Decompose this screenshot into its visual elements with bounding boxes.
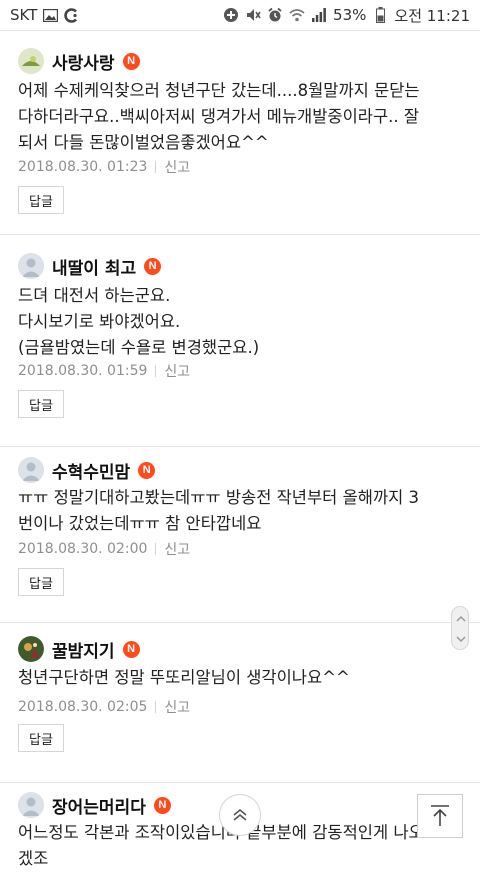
add-circle-icon [223, 7, 239, 23]
comment-date: 2018.08.30. 02:05 [18, 699, 148, 715]
nickname[interactable]: 수혁수민맘 [52, 458, 130, 483]
collapse-button[interactable] [219, 794, 261, 836]
reply-button[interactable]: 답글 [18, 568, 64, 596]
status-bar: SKT 53% 오전 11:21 [0, 0, 480, 30]
nickname[interactable]: 꿀밤지기 [52, 637, 115, 662]
reply-button[interactable]: 답글 [18, 186, 64, 214]
comment-body: ㅠㅠ 정말기대하고봤는데ㅠㅠ 방송전 작년부터 올해까지 3 번이나 갔었는데ㅠ… [18, 485, 464, 537]
wifi-icon [289, 7, 305, 23]
scroll-to-top-button[interactable] [417, 794, 463, 838]
new-badge: N [122, 52, 140, 70]
divider [155, 543, 157, 555]
comment-line: 번이나 갔었는데ㅠㅠ 참 안타깝네요 [18, 514, 262, 533]
battery-icon [372, 7, 388, 23]
avatar[interactable] [18, 792, 44, 818]
nickname[interactable]: 내딸이 최고 [52, 254, 136, 279]
new-badge: N [138, 461, 156, 479]
comment-line: 어제 수제케익찾으러 청년구단 갔는데....8월말까지 문닫는 [18, 81, 420, 100]
comment-date: 2018.08.30. 02:00 [18, 541, 148, 557]
comment-item: 내딸이 최고 N 드뎌 대전서 하는군요. 다시보기로 봐야겠어요. (금욜밤였… [0, 234, 480, 446]
reply-button[interactable]: 답글 [18, 724, 64, 752]
signal-icon [311, 7, 327, 23]
comment-line: 드뎌 대전서 하는군요. [18, 286, 171, 305]
arrow-up-icon [431, 805, 449, 826]
new-badge: N [153, 796, 171, 814]
nickname[interactable]: 사랑사랑 [52, 49, 115, 74]
comment-item: 사랑사랑 N 어제 수제케익찾으러 청년구단 갔는데....8월말까지 문닫는 … [0, 30, 480, 235]
carrier-label: SKT [10, 6, 38, 24]
new-badge: N [144, 257, 162, 275]
comment-date: 2018.08.30. 01:23 [18, 159, 148, 175]
gallery-icon [42, 7, 58, 23]
comment-line: 되서 다들 돈많이벌었음좋겠어요^^ [18, 133, 269, 152]
c-app-icon [63, 7, 79, 23]
clock: 오전 11:21 [394, 6, 470, 25]
comment-body: 어제 수제케익찾으러 청년구단 갔는데....8월말까지 문닫는 다하더라구요.… [18, 78, 464, 156]
avatar[interactable] [18, 636, 44, 662]
reply-button[interactable]: 답글 [18, 390, 64, 418]
alarm-icon [267, 7, 283, 23]
comment-item: 꿀밤지기 N 청년구단하면 정말 뚜또리알님이 생각이나요^^ 2018.08.… [0, 622, 480, 782]
battery-percent: 53% [333, 6, 367, 24]
report-link[interactable]: 신고 [164, 539, 190, 559]
comment-line: 겠조 [18, 849, 49, 868]
comment-line: 다시보기로 봐야겠어요. [18, 312, 181, 331]
comment-line: (금욜밤였는데 수욜로 변경했군요.) [18, 338, 260, 357]
scroll-arrows-icon [456, 615, 466, 643]
report-link[interactable]: 신고 [164, 157, 190, 177]
avatar[interactable] [18, 253, 44, 279]
comment-body: 청년구단하면 정말 뚜또리알님이 생각이나요^^ [18, 665, 464, 691]
mute-icon [245, 7, 261, 23]
comment-line: 다하더라구요..백씨아저씨 댕겨가서 메뉴개발중이라구.. 잘 [18, 107, 420, 126]
comment-item: 수혁수민맘 N ㅠㅠ 정말기대하고봤는데ㅠㅠ 방송전 작년부터 올해까지 3 번… [0, 446, 480, 622]
scroll-handle[interactable] [451, 606, 469, 650]
comment-line: 청년구단하면 정말 뚜또리알님이 생각이나요^^ [18, 668, 350, 687]
divider [155, 161, 157, 173]
new-badge: N [122, 640, 140, 658]
nickname[interactable]: 장어는머리다 [52, 793, 146, 818]
report-link[interactable]: 신고 [164, 697, 190, 717]
comment-body: 드뎌 대전서 하는군요. 다시보기로 봐야겠어요. (금욜밤였는데 수욜로 변경… [18, 283, 464, 361]
avatar[interactable] [18, 48, 44, 74]
comment-line: ㅠㅠ 정말기대하고봤는데ㅠㅠ 방송전 작년부터 올해까지 3 [18, 488, 420, 507]
report-link[interactable]: 신고 [164, 361, 190, 381]
double-chevron-up-icon [233, 808, 247, 821]
divider [155, 701, 157, 713]
comment-date: 2018.08.30. 01:59 [18, 363, 148, 379]
divider [155, 365, 157, 377]
avatar[interactable] [18, 457, 44, 483]
